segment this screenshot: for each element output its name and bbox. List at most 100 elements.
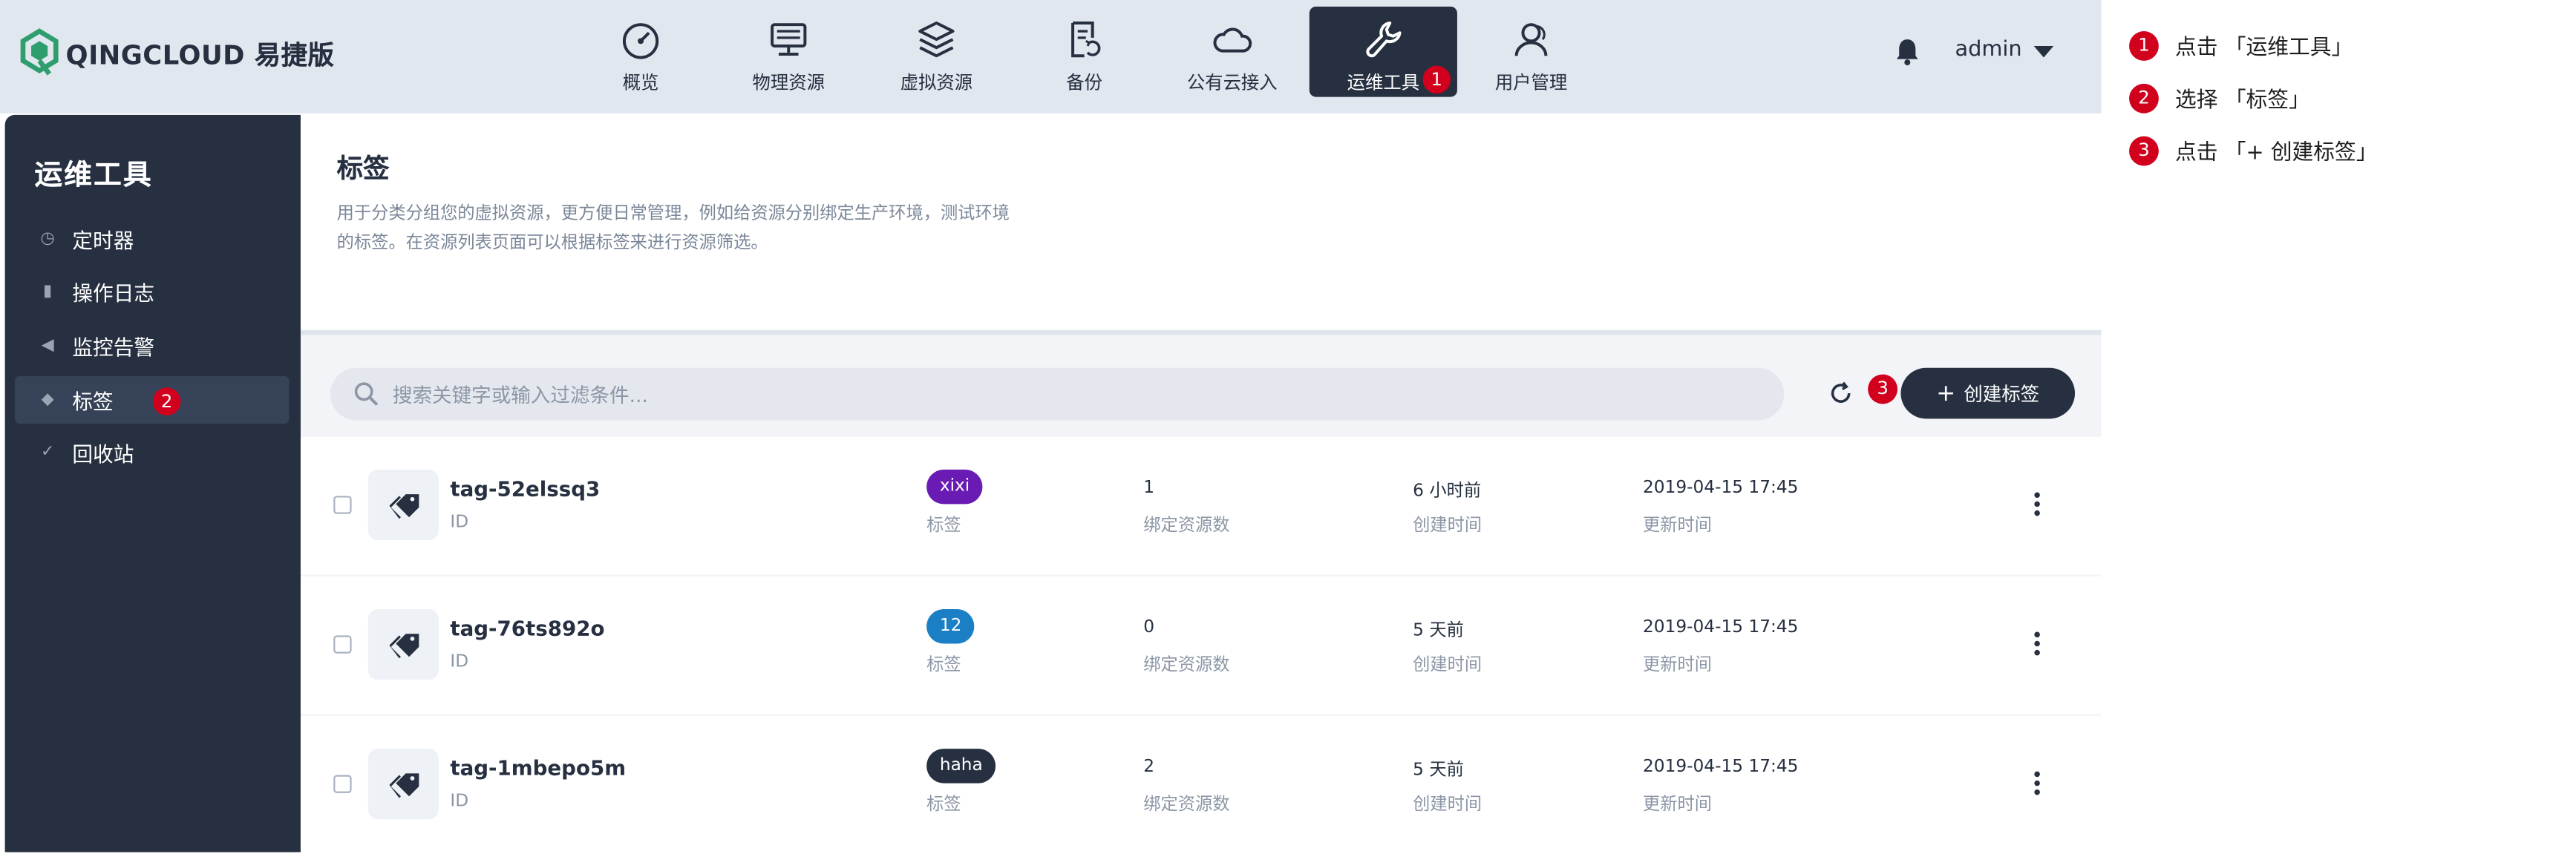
sidebar-item-label: 操作日志 [72, 280, 155, 306]
nav-item-ops-tools[interactable]: 运维工具 1 [1309, 6, 1457, 97]
nav-item-overview[interactable]: 概览 [566, 7, 714, 97]
clock-icon: ◷ [40, 229, 55, 248]
sidebar-item-operation-log[interactable]: ▮ 操作日志 [15, 268, 290, 315]
step-number: 1 [2129, 30, 2159, 60]
more-vertical-icon[interactable] [2030, 491, 2044, 517]
created-time-label: 创建时间 [1413, 515, 1482, 536]
tag-id[interactable]: tag-76ts892o [450, 616, 604, 640]
page-title: 标签 [336, 152, 390, 184]
cloud-icon [1213, 27, 1252, 53]
created-time: 5 天前 [1413, 760, 1464, 781]
table-row[interactable]: tag-52elssq3 ID xixi 标签 1 绑定资源数 6 小时前 创建… [300, 436, 2102, 575]
nav-item-label: 备份 [1066, 72, 1102, 94]
user-menu-name[interactable]: admin [1955, 38, 2021, 62]
sidebar-title: 运维工具 [34, 159, 153, 192]
sidebar-item-label: 定时器 [72, 228, 134, 253]
row-checkbox[interactable] [333, 496, 352, 514]
document-icon: ▮ [43, 281, 53, 300]
nav-item-user-management[interactable]: 用户管理 [1457, 7, 1605, 97]
nav-item-label: 公有云接入 [1186, 72, 1278, 94]
dashboard-gauge-icon [622, 23, 659, 59]
page-description: 用于分类分组您的虚拟资源，更方便日常管理，例如给资源分别绑定生产环境，测试环境的… [336, 203, 1010, 253]
nav-item-label: 物理资源 [752, 72, 825, 94]
bound-resources-count: 1 [1143, 477, 1155, 498]
table-row[interactable]: tag-1mbepo5m ID haha 标签 2 绑定资源数 5 天前 创建时… [300, 715, 2102, 854]
tag-thumbnail [367, 609, 439, 680]
step-number: 3 [2129, 135, 2159, 165]
tag-id-label: ID [450, 791, 469, 812]
nav-item-label: 运维工具 [1347, 72, 1420, 94]
search-placeholder: 搜索关键字或输入过滤条件... [392, 383, 648, 407]
qingcloud-logo-icon [20, 28, 59, 76]
nav-item-backup[interactable]: 备份 [1010, 7, 1158, 97]
sidebar-item-monitoring-alerts[interactable]: ◀ 监控告警 [15, 322, 290, 369]
tag-name-label: 标签 [926, 654, 961, 675]
layers-icon [918, 21, 955, 58]
step-number: 2 [2129, 82, 2159, 113]
step-marker-1: 1 [1422, 65, 1451, 94]
created-time: 5 天前 [1413, 620, 1464, 641]
row-checkbox[interactable] [333, 635, 352, 654]
logo-text: QINGCLOUD 易捷版 [65, 39, 335, 71]
nav-item-public-cloud[interactable]: 公有云接入 [1158, 7, 1306, 97]
nav-item-label: 用户管理 [1494, 72, 1568, 94]
page-header: 标签 用于分类分组您的虚拟资源，更方便日常管理，例如给资源分别绑定生产环境，测试… [300, 114, 2102, 335]
users-icon [1514, 23, 1548, 56]
instruction-step: 1 点击 「运维工具」 [2129, 30, 2353, 61]
tag-icon: ◆ [41, 390, 54, 408]
updated-time-label: 更新时间 [1643, 654, 1712, 675]
chevron-down-icon[interactable] [2033, 45, 2054, 58]
step-marker-3: 3 [1868, 374, 1898, 404]
create-tag-button[interactable]: + 创建标签 [1900, 367, 2076, 419]
sidebar-item-timer[interactable]: ◷ 定时器 [15, 215, 290, 263]
sidebar-item-label: 标签 [72, 389, 114, 414]
sidebar-item-recycle-bin[interactable]: ✓ 回收站 [15, 429, 290, 476]
refresh-icon[interactable] [1828, 381, 1853, 405]
tag-name-badge: xixi [926, 469, 983, 505]
created-time-label: 创建时间 [1413, 654, 1482, 675]
tag-id[interactable]: tag-52elssq3 [450, 476, 600, 501]
logo[interactable]: QINGCLOUD 易捷版 [20, 28, 335, 77]
sidebar-item-tags[interactable]: ◆ 标签 2 [14, 375, 290, 424]
tag-name-label: 标签 [926, 515, 961, 536]
megaphone-icon: ◀ [41, 335, 54, 354]
updated-time: 2019-04-15 17:45 [1643, 617, 1799, 637]
nav-item-label: 虚拟资源 [900, 72, 973, 94]
bell-icon[interactable] [1895, 38, 1920, 66]
more-vertical-icon[interactable] [2030, 631, 2044, 657]
updated-time-label: 更新时间 [1643, 795, 1712, 815]
bound-resources-count: 2 [1143, 757, 1155, 777]
updated-time: 2019-04-15 17:45 [1643, 477, 1799, 498]
created-time: 6 小时前 [1413, 481, 1482, 501]
table-row[interactable]: tag-76ts892o ID 12 标签 0 绑定资源数 5 天前 创建时间 … [300, 576, 2102, 715]
server-icon [771, 23, 807, 56]
broom-icon: ✓ [40, 442, 55, 461]
tag-icon [388, 493, 419, 519]
search-icon [354, 382, 379, 406]
bound-resources-label: 绑定资源数 [1143, 515, 1230, 536]
nav-item-physical-resources[interactable]: 物理资源 [715, 7, 863, 97]
backup-document-icon [1071, 21, 1101, 58]
tag-thumbnail [367, 469, 439, 541]
tag-thumbnail [367, 749, 439, 820]
tag-id-label: ID [450, 651, 469, 672]
nav-item-virtual-resources[interactable]: 虚拟资源 [863, 7, 1010, 97]
tag-id[interactable]: tag-1mbepo5m [450, 755, 626, 780]
updated-time-label: 更新时间 [1643, 515, 1712, 536]
row-checkbox[interactable] [333, 775, 352, 793]
instruction-step: 2 选择 「标签」 [2129, 82, 2310, 114]
step-marker-2: 2 [152, 387, 181, 415]
instruction-step: 3 点击 「+ 创建标签」 [2129, 134, 2378, 166]
tag-id-label: ID [450, 512, 469, 533]
toolbar: 搜索关键字或输入过滤条件... 3 + 创建标签 [301, 352, 2101, 441]
search-input[interactable]: 搜索关键字或输入过滤条件... [330, 367, 1785, 421]
step-text: 点击 「+ 创建标签」 [2175, 141, 2378, 166]
tag-name-badge: haha [926, 749, 996, 784]
tag-icon [388, 633, 419, 658]
main-content: 标签 用于分类分组您的虚拟资源，更方便日常管理，例如给资源分别绑定生产环境，测试… [300, 114, 2102, 854]
sidebar-item-label: 监控告警 [72, 335, 155, 360]
step-text: 点击 「运维工具」 [2175, 36, 2353, 61]
sidebar-item-label: 回收站 [72, 441, 134, 467]
wrench-icon [1366, 21, 1402, 58]
more-vertical-icon[interactable] [2030, 770, 2044, 796]
